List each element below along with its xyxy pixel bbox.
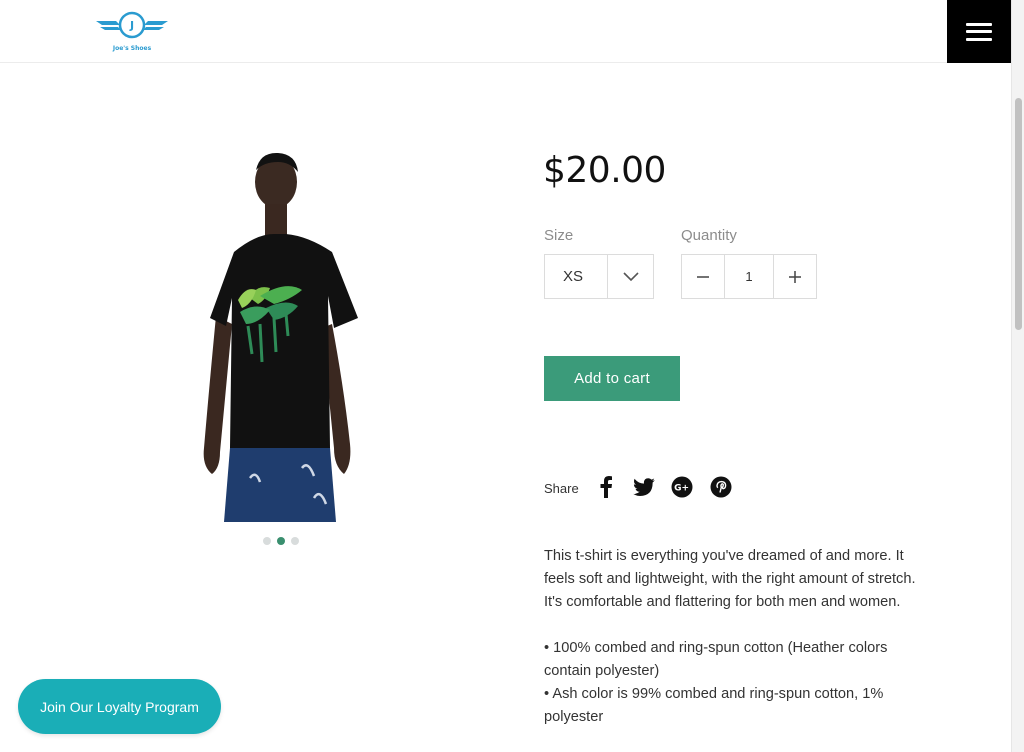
twitter-icon[interactable] (632, 475, 656, 499)
facebook-icon[interactable] (594, 475, 618, 499)
pinterest-icon[interactable] (709, 475, 733, 499)
svg-text:G+: G+ (674, 484, 689, 494)
plus-icon (789, 270, 801, 283)
menu-button[interactable] (947, 0, 1011, 63)
logo[interactable]: J Joe's Shoes (94, 8, 170, 56)
description-paragraph: This t-shirt is everything you've dreame… (544, 548, 916, 610)
size-select[interactable]: XS (544, 254, 654, 299)
chevron-down-icon (607, 255, 653, 298)
scrollbar-thumb[interactable] (1015, 98, 1022, 330)
product-description: This t-shirt is everything you've dreame… (544, 545, 924, 729)
quantity-decrement-button[interactable] (682, 255, 725, 298)
google-plus-icon[interactable]: G+ (670, 475, 694, 499)
loyalty-program-button[interactable]: Join Our Loyalty Program (18, 679, 221, 734)
logo-wings-icon: J (96, 11, 168, 39)
gallery-dot-3[interactable] (291, 537, 299, 545)
size-value: XS (563, 268, 584, 285)
quantity-increment-button[interactable] (773, 255, 816, 298)
gallery-dot-1[interactable] (263, 537, 271, 545)
gallery-dot-2[interactable] (277, 537, 285, 545)
hamburger-icon (966, 22, 992, 41)
size-label: Size (544, 227, 574, 244)
minus-icon (697, 275, 709, 278)
description-bullet-2: • Ash color is 99% combed and ring-spun … (544, 686, 884, 725)
product-price: $20.00 (543, 150, 666, 191)
add-to-cart-button[interactable]: Add to cart (544, 356, 680, 401)
site-header: J Joe's Shoes (0, 0, 1011, 63)
quantity-label: Quantity (681, 227, 737, 244)
quantity-stepper: 1 (681, 254, 817, 299)
product-image (190, 148, 380, 523)
page-scrollbar[interactable] (1011, 0, 1024, 752)
logo-letter: J (129, 19, 134, 32)
share-label: Share (544, 481, 579, 496)
description-bullet-1: • 100% combed and ring-spun cotton (Heat… (544, 640, 888, 679)
logo-text: Joe's Shoes (112, 45, 152, 52)
gallery-dots (263, 537, 299, 545)
quantity-input[interactable]: 1 (725, 255, 773, 298)
